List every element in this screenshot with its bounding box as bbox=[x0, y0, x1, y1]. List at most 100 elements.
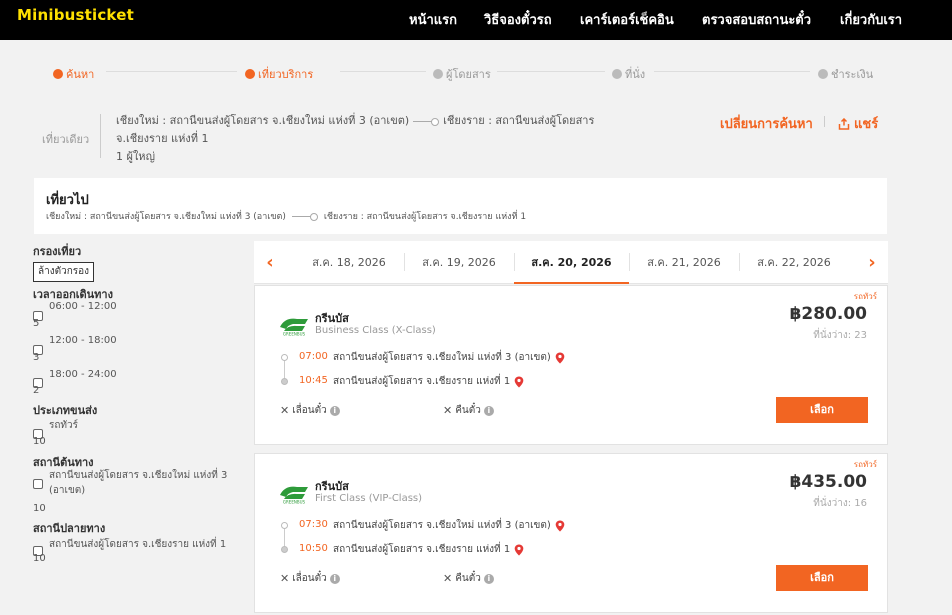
operator-logo-icon: GREENBUS bbox=[280, 318, 308, 336]
share-icon bbox=[838, 117, 850, 130]
step-dot bbox=[612, 69, 622, 79]
booking-stepper: ค้นหา เที่ยวบริการ ผู้โดยสาร ที่นั่ง ชำร… bbox=[0, 60, 952, 84]
map-pin-icon[interactable] bbox=[514, 544, 524, 556]
filter-departure-count: 3 bbox=[33, 352, 40, 363]
departure-time: 07:30 bbox=[299, 519, 328, 530]
departure-station: สถานีขนส่งผู้โดยสาร จ.เชียงใหม่ แห่งที่ … bbox=[333, 350, 565, 365]
step-dot bbox=[53, 69, 63, 79]
step-label: ผู้โดยสาร bbox=[446, 68, 491, 81]
share-button[interactable]: แชร์ bbox=[838, 113, 878, 134]
seats-available: ที่นั่งว่าง: 16 bbox=[813, 498, 867, 509]
summary-passengers: 1 ผู้ใหญ่ bbox=[116, 150, 155, 163]
trip-type-label: เที่ยวเดียว bbox=[42, 133, 90, 146]
step-connector bbox=[497, 71, 605, 72]
change-search-link[interactable]: เปลี่ยนการค้นหา bbox=[720, 113, 813, 134]
select-trip-button[interactable]: เลือก bbox=[776, 565, 868, 591]
bus-class: First Class (VIP-Class) bbox=[315, 493, 423, 504]
refund-ticket-policy[interactable]: ✕ คืนตั๋ว i bbox=[443, 403, 494, 418]
arrival-dot bbox=[281, 378, 288, 385]
outbound-route: เชียงใหม่ : สถานีขนส่งผู้โดยสาร จ.เชียงใ… bbox=[46, 209, 526, 223]
route-connector-icon bbox=[291, 212, 318, 221]
svg-text:GREENBUS: GREENBUS bbox=[283, 500, 306, 505]
seats-available: ที่นั่งว่าง: 23 bbox=[813, 330, 867, 341]
info-icon[interactable]: i bbox=[483, 573, 494, 584]
chevron-right-icon[interactable]: › bbox=[864, 253, 880, 273]
date-tab-selected[interactable]: ส.ค. 20, 2026 bbox=[514, 241, 629, 284]
arrival-station-name: สถานีขนส่งผู้โดยสาร จ.เชียงราย แห่งที่ 1 bbox=[333, 544, 511, 555]
step-label: ค้นหา bbox=[66, 68, 95, 81]
info-icon[interactable]: i bbox=[329, 573, 340, 584]
arrival-station: สถานีขนส่งผู้โดยสาร จ.เชียงราย แห่งที่ 1 bbox=[333, 542, 524, 557]
arrival-station-name: สถานีขนส่งผู้โดยสาร จ.เชียงราย แห่งที่ 1 bbox=[333, 376, 511, 387]
filter-destination-option-label: สถานีขนส่งผู้โดยสาร จ.เชียงราย แห่งที่ 1 bbox=[49, 539, 227, 550]
step-label: เที่ยวบริการ bbox=[258, 68, 314, 81]
operator-logo-icon: GREENBUS bbox=[280, 486, 308, 505]
filter-departure-count: 2 bbox=[33, 385, 40, 396]
step-payment: ชำระเงิน bbox=[818, 65, 873, 83]
filter-departure-option-label: 06:00 - 12:00 bbox=[49, 301, 117, 312]
outbound-title: เที่ยวไป bbox=[46, 193, 89, 208]
share-label: แชร์ bbox=[854, 117, 879, 132]
map-pin-icon[interactable] bbox=[514, 376, 524, 388]
trip-price: ฿280.00 bbox=[789, 304, 867, 324]
step-dot bbox=[818, 69, 828, 79]
bus-class: Business Class (X-Class) bbox=[315, 325, 436, 336]
step-label: ชำระเงิน bbox=[831, 68, 874, 81]
action-separator bbox=[824, 116, 825, 127]
filter-origin-checkbox[interactable] bbox=[33, 479, 43, 489]
departure-station-name: สถานีขนส่งผู้โดยสาร จ.เชียงใหม่ แห่งที่ … bbox=[333, 352, 551, 363]
arrival-time: 10:50 bbox=[299, 543, 328, 554]
step-trips: เที่ยวบริการ bbox=[245, 65, 313, 83]
info-icon[interactable]: i bbox=[329, 405, 340, 416]
step-connector bbox=[654, 71, 810, 72]
refund-policy-label: คืนตั๋ว bbox=[455, 573, 481, 584]
info-icon[interactable]: i bbox=[483, 405, 494, 416]
clear-filters-button[interactable]: ล้างตัวกรอง bbox=[33, 262, 95, 282]
vehicle-type-label: รถทัวร์ bbox=[853, 292, 877, 301]
map-pin-icon[interactable] bbox=[555, 352, 565, 364]
close-icon: ✕ bbox=[443, 572, 453, 585]
change-policy-label: เลื่อนตั๋ว bbox=[292, 573, 327, 584]
filter-transport-option-label: รถทัวร์ bbox=[49, 420, 79, 431]
refund-policy-label: คืนตั๋ว bbox=[455, 405, 481, 416]
map-pin-icon[interactable] bbox=[555, 520, 565, 532]
arrival-time: 10:45 bbox=[299, 375, 328, 386]
site-logo[interactable]: Minibusticket bbox=[17, 6, 134, 24]
date-tab[interactable]: ส.ค. 19, 2026 bbox=[404, 241, 514, 284]
filter-destination-count: 10 bbox=[33, 553, 46, 564]
departure-station: สถานีขนส่งผู้โดยสาร จ.เชียงใหม่ แห่งที่ … bbox=[333, 518, 565, 533]
vehicle-type-label: รถทัวร์ bbox=[853, 460, 877, 469]
step-search[interactable]: ค้นหา bbox=[53, 65, 94, 83]
step-dot bbox=[433, 69, 443, 79]
step-dot bbox=[245, 69, 255, 79]
close-icon: ✕ bbox=[443, 404, 453, 417]
nav-how-to-book[interactable]: วิธีจองตั๋วรถ bbox=[484, 9, 552, 30]
refund-ticket-policy[interactable]: ✕ คืนตั๋ว i bbox=[443, 571, 494, 586]
nav-home[interactable]: หน้าแรก bbox=[409, 9, 457, 30]
nav-about[interactable]: เกี่ยวกับเรา bbox=[840, 9, 902, 30]
date-tab[interactable]: ส.ค. 22, 2026 bbox=[739, 241, 849, 284]
summary-origin: เชียงใหม่ : สถานีขนส่งผู้โดยสาร จ.เชียงใ… bbox=[116, 114, 410, 127]
filter-destination-heading: สถานีปลายทาง bbox=[33, 522, 106, 535]
chevron-left-icon[interactable]: ‹ bbox=[262, 253, 278, 273]
departure-dot bbox=[281, 354, 288, 361]
nav-check-ticket-status[interactable]: ตรวจสอบสถานะตั๋ว bbox=[702, 9, 811, 30]
date-tab[interactable]: ส.ค. 18, 2026 bbox=[294, 241, 404, 284]
arrival-dot bbox=[281, 546, 288, 553]
change-policy-label: เลื่อนตั๋ว bbox=[292, 405, 327, 416]
change-ticket-policy[interactable]: ✕ เลื่อนตั๋ว i bbox=[280, 571, 340, 586]
change-ticket-policy[interactable]: ✕ เลื่อนตั๋ว i bbox=[280, 403, 340, 418]
route-connector-icon bbox=[413, 117, 440, 126]
filter-departure-count: 5 bbox=[33, 318, 40, 329]
trip-card: รถทัวร์ GREENBUS กรีนบัส First Class (VI… bbox=[254, 453, 888, 613]
date-tab[interactable]: ส.ค. 21, 2026 bbox=[629, 241, 739, 284]
select-trip-button[interactable]: เลือก bbox=[776, 397, 868, 423]
close-icon: ✕ bbox=[280, 572, 290, 585]
outbound-destination: เชียงราย : สถานีขนส่งผู้โดยสาร จ.เชียงรา… bbox=[323, 212, 527, 222]
date-selector: ‹ ส.ค. 18, 2026 ส.ค. 19, 2026 ส.ค. 20, 2… bbox=[254, 241, 888, 284]
top-nav: Minibusticket หน้าแรก วิธีจองตั๋วรถ เคาร… bbox=[0, 0, 952, 40]
step-connector bbox=[106, 71, 237, 72]
nav-checkin-counter[interactable]: เคาร์เตอร์เช็คอิน bbox=[580, 9, 674, 30]
departure-dot bbox=[281, 522, 288, 529]
outbound-origin: เชียงใหม่ : สถานีขนส่งผู้โดยสาร จ.เชียงใ… bbox=[46, 212, 286, 222]
